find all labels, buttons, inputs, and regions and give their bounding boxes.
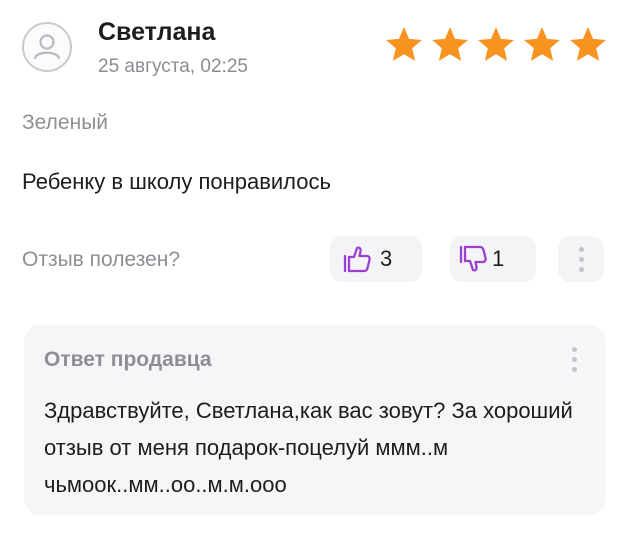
seller-answer: Ответ продавца Здравствуйте, Светлана,ка… — [24, 325, 606, 515]
star-icon — [478, 27, 514, 61]
product-variant: Зеленый — [22, 111, 109, 134]
star-icon — [432, 27, 468, 61]
seller-answer-title: Ответ продавца — [44, 348, 212, 371]
like-count: 3 — [380, 246, 393, 271]
thumbs-down-icon — [459, 245, 487, 272]
thumbs-up-icon — [343, 246, 371, 273]
dislike-count: 1 — [492, 246, 505, 271]
review-card: Светлана 25 августа, 02:25 Зеленый Ребен… — [0, 0, 640, 558]
seller-answer-text: Здравствуйте, Светлана,как вас зовут? За… — [44, 398, 573, 497]
review-date: 25 августа, 02:25 — [98, 56, 248, 77]
user-avatar-icon — [33, 34, 61, 60]
vertical-dots-icon — [572, 347, 577, 352]
seller-answer-more-button[interactable] — [572, 347, 577, 372]
helpful-question: Отзыв полезен? — [22, 248, 181, 271]
review-more-button[interactable] — [558, 236, 604, 282]
review-text: Ребенку в школу понравилось — [22, 169, 331, 194]
star-icon — [524, 27, 560, 61]
vertical-dots-icon — [578, 246, 584, 252]
star-icon — [386, 27, 422, 61]
author-name: Светлана — [98, 18, 216, 46]
dislike-button[interactable]: 1 — [450, 236, 536, 282]
like-button[interactable]: 3 — [330, 236, 422, 282]
avatar — [22, 22, 72, 72]
star-icon — [570, 27, 606, 61]
rating-stars — [383, 25, 609, 65]
